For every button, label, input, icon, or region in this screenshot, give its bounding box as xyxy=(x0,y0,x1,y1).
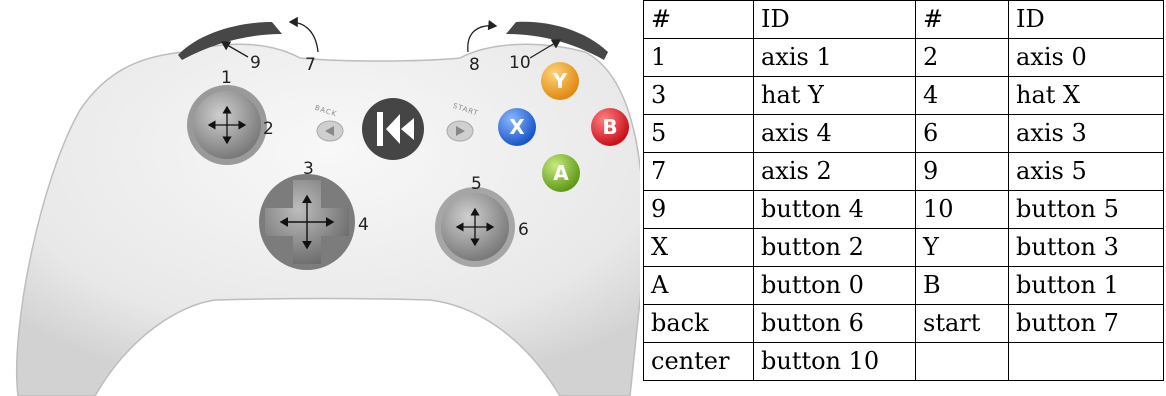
number-cell: A xyxy=(643,266,754,305)
table-header-cell: # xyxy=(915,0,1009,39)
number-cell: B xyxy=(915,266,1009,305)
table-row: 7 axis 2 9 axis 5 xyxy=(643,152,1164,191)
number-cell: start xyxy=(915,304,1009,343)
mapping-table-body: # ID # ID 1 axis 1 2 axis 0 3 hat Y 4 hat X 5 axis 46… xyxy=(643,0,1164,381)
table-row: 1 axis 1 2 axis 0 xyxy=(643,38,1164,77)
id-cell: button 1 xyxy=(1008,266,1164,305)
callout-3: 3 xyxy=(303,159,314,179)
svg-text:B: B xyxy=(602,115,617,139)
table-row: 9 button 4 10 button 5 xyxy=(643,190,1164,229)
svg-text:A: A xyxy=(553,161,569,185)
y-button[interactable]: Y xyxy=(541,62,579,100)
number-cell: 3 xyxy=(643,76,754,115)
number-cell: X xyxy=(643,228,754,267)
svg-text:X: X xyxy=(509,115,525,139)
table-header-row: # ID # ID xyxy=(643,0,1164,39)
callout-8: 8 xyxy=(469,55,480,75)
callout-10: 10 xyxy=(509,53,531,73)
callout-7: 7 xyxy=(305,55,316,75)
table-header-cell: # xyxy=(643,0,754,39)
callout-5: 5 xyxy=(471,174,482,194)
controller-diagram: BACK START Y B X A 1 2 3 4 5 6 7 8 9 10 xyxy=(0,0,640,396)
id-cell: button 4 xyxy=(753,190,916,229)
number-cell: 2 xyxy=(915,38,1009,77)
id-cell: axis 4 xyxy=(753,114,916,153)
x-button[interactable]: X xyxy=(498,108,536,146)
number-cell: back xyxy=(643,304,754,343)
table-row: Abutton 0 Bbutton 1 xyxy=(643,266,1164,305)
id-cell: axis 3 xyxy=(1008,114,1164,153)
table-row: Xbutton 2 Ybutton 3 xyxy=(643,228,1164,267)
id-cell: button 2 xyxy=(753,228,916,267)
number-cell: 1 xyxy=(643,38,754,77)
id-cell: axis 5 xyxy=(1008,152,1164,191)
a-button[interactable]: A xyxy=(542,154,580,192)
table-row: 5 axis 4 6 axis 3 xyxy=(643,114,1164,153)
callout-1: 1 xyxy=(221,68,232,88)
number-cell: 4 xyxy=(915,76,1009,115)
number-cell: 5 xyxy=(643,114,754,153)
callout-9: 9 xyxy=(250,53,261,73)
table-row: 3 hat Y 4 hat X xyxy=(643,76,1164,115)
svg-text:Y: Y xyxy=(552,69,568,93)
number-cell xyxy=(915,342,1009,381)
table-row: center button 10 xyxy=(643,342,1164,381)
id-cell: axis 0 xyxy=(1008,38,1164,77)
mapping-table-panel: # ID # ID 1 axis 1 2 axis 0 3 hat Y 4 hat X 5 axis 46… xyxy=(643,0,1166,396)
id-cell: hat X xyxy=(1008,76,1164,115)
number-cell: 9 xyxy=(915,152,1009,191)
mapping-table: # ID # ID 1 axis 1 2 axis 0 3 hat Y 4 hat X 5 axis 46… xyxy=(643,0,1164,381)
id-cell: button 7 xyxy=(1008,304,1164,343)
center-button[interactable] xyxy=(362,98,424,160)
id-cell: axis 1 xyxy=(753,38,916,77)
id-cell: button 6 xyxy=(753,304,916,343)
number-cell: 9 xyxy=(643,190,754,229)
number-cell: Y xyxy=(915,228,1009,267)
number-cell: 7 xyxy=(643,152,754,191)
b-button[interactable]: B xyxy=(591,108,629,146)
number-cell: center xyxy=(643,342,754,381)
callout-4: 4 xyxy=(358,215,369,235)
table-header-cell: ID xyxy=(1008,0,1164,39)
callout-6: 6 xyxy=(518,220,529,240)
id-cell: button 3 xyxy=(1008,228,1164,267)
table-header-cell: ID xyxy=(753,0,916,39)
id-cell: button 5 xyxy=(1008,190,1164,229)
id-cell: button 0 xyxy=(753,266,916,305)
callout-2: 2 xyxy=(263,119,274,139)
id-cell: button 10 xyxy=(753,342,916,381)
start-button[interactable] xyxy=(446,120,474,142)
gamepad-illustration: BACK START Y B X A 1 2 3 4 5 6 7 8 9 10 xyxy=(15,16,640,396)
id-cell xyxy=(1008,342,1164,381)
arrow-7 xyxy=(288,16,319,53)
id-cell: hat Y xyxy=(753,76,916,115)
table-row: back button 6 start button 7 xyxy=(643,304,1164,343)
number-cell: 10 xyxy=(915,190,1009,229)
id-cell: axis 2 xyxy=(753,152,916,191)
number-cell: 6 xyxy=(915,114,1009,153)
back-button[interactable] xyxy=(316,120,344,142)
